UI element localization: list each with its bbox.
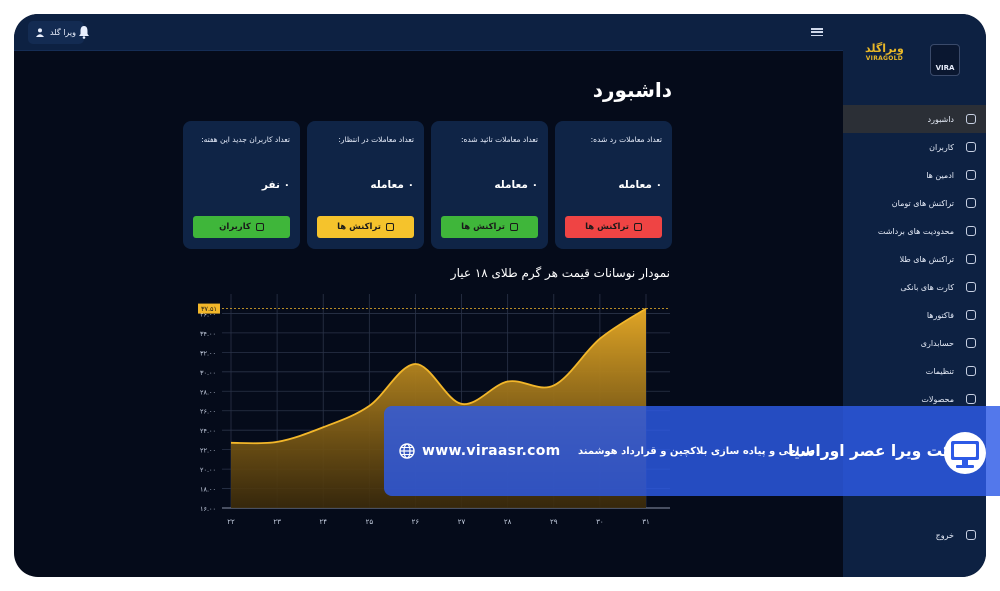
x-tick-label: ۲۴	[319, 518, 327, 526]
sidebar-item[interactable]: ادمین ها	[843, 161, 986, 189]
sidebar-item-label: حسابداری	[920, 338, 954, 348]
card-button-label: تراکنش ها	[585, 222, 629, 232]
accounting-icon	[966, 338, 976, 348]
card-value: ۰ نفر	[261, 179, 290, 191]
user-menu[interactable]: ویرا گلد	[28, 21, 84, 44]
x-tick-label: ۲۳	[273, 518, 281, 526]
logout-label: خروج	[935, 530, 954, 540]
vira-logo: VIRA	[930, 44, 960, 76]
wallet-icon	[966, 198, 976, 208]
y-tick-label: ۲۶.۰۰	[200, 408, 216, 416]
sidebar-item-label: محدودیت های برداشت	[877, 226, 954, 236]
y-tick-label: ۲۸.۰۰	[200, 388, 216, 396]
sidebar-item-label: کارت های بانکی	[900, 282, 954, 292]
page-title: داشبورد	[592, 78, 672, 102]
logout-button[interactable]: خروج	[843, 524, 986, 546]
x-tick-label: ۲۶	[412, 518, 420, 526]
stat-card: تعداد معاملات تائید شده: ۰ معامله تراکنش ه…	[431, 121, 548, 249]
globe-icon	[399, 443, 415, 459]
y-tick-label: ۱۸.۰۰	[200, 486, 216, 494]
admin-icon	[966, 170, 976, 180]
sidebar-item[interactable]: تنظیمات	[843, 357, 986, 385]
stat-card: تعداد معاملات در انتظار: ۰ معامله تراکنش ه…	[307, 121, 424, 249]
y-tick-label: ۳۲.۰۰	[200, 349, 216, 357]
logout-icon	[966, 530, 976, 540]
invoice-icon	[966, 310, 976, 320]
sidebar-item-label: کاربران	[929, 142, 954, 152]
link-icon	[255, 223, 264, 231]
grid-icon	[966, 114, 976, 124]
settings-icon	[966, 366, 976, 376]
user-icon	[36, 28, 44, 37]
stat-card: تعداد معاملات رد شده: ۰ معامله تراکنش ها	[555, 121, 672, 249]
chart-title: نمودار نوسانات قیمت هر گرم طلای ۱۸ عیار	[450, 266, 670, 280]
card-action-button[interactable]: کاربران	[193, 216, 290, 238]
x-tick-label: ۲۲	[227, 518, 235, 526]
banner-tagline: طراحی و پیاده سازی بلاکچین و قرارداد هوش…	[578, 446, 816, 457]
card-icon	[966, 282, 976, 292]
sidebar-item[interactable]: داشبورد	[843, 105, 986, 133]
sidebar-item[interactable]: فاکتورها	[843, 301, 986, 329]
link-icon	[509, 223, 518, 231]
sidebar-item[interactable]: کارت های بانکی	[843, 273, 986, 301]
sidebar-item[interactable]: حسابداری	[843, 329, 986, 357]
bell-icon[interactable]	[78, 25, 90, 39]
stat-card: تعداد کاربران جدید این هفته: ۰ نفر کاربران	[183, 121, 300, 249]
y-tick-label: ۲۰.۰۰	[200, 466, 216, 474]
card-button-label: کاربران	[219, 222, 251, 232]
y-tick-label: ۳۴.۰۰	[200, 330, 216, 338]
link-icon	[633, 223, 642, 231]
y-tick-label: ۳۰.۰۰	[200, 369, 216, 377]
product-icon	[966, 394, 976, 404]
card-value: ۰ معامله	[494, 179, 538, 191]
sidebar-nav: داشبورد کاربران ادمین ها تراکنش های تومان مح…	[843, 105, 986, 413]
sidebar-item[interactable]: تراکنش های تومان	[843, 189, 986, 217]
y-tick-label: ۲۴.۰۰	[200, 427, 216, 435]
gold-icon	[966, 254, 976, 264]
card-action-button[interactable]: تراکنش ها	[441, 216, 538, 238]
username: ویرا گلد	[50, 28, 76, 37]
card-label: تعداد کاربران جدید این هفته:	[201, 135, 290, 144]
card-button-label: تراکنش ها	[337, 222, 381, 232]
banner-url[interactable]: www.viraasr.com	[422, 443, 561, 459]
sidebar-item[interactable]: کاربران	[843, 133, 986, 161]
x-tick-label: ۲۸	[504, 518, 512, 526]
brand-name-fa: ویراگلد	[865, 42, 904, 55]
card-action-button[interactable]: تراکنش ها	[565, 216, 662, 238]
card-action-button[interactable]: تراکنش ها	[317, 216, 414, 238]
card-button-label: تراکنش ها	[461, 222, 505, 232]
sidebar-item-label: محصولات	[921, 394, 954, 404]
y-tick-label: ۱۶.۰۰	[200, 505, 216, 513]
link-icon	[385, 223, 394, 231]
x-tick-label: ۳۰	[596, 518, 604, 526]
sidebar-item[interactable]: محدودیت های برداشت	[843, 217, 986, 245]
x-tick-label: ۲۷	[458, 518, 466, 526]
current-price-label: ۳۷.۵۱	[201, 305, 217, 313]
user-icon	[966, 142, 976, 152]
brand: ویراگلد VIRAGOLD	[865, 42, 904, 62]
card-value: ۰ معامله	[618, 179, 662, 191]
sidebar-item-label: تنظیمات	[925, 366, 954, 376]
x-tick-label: ۳۱	[642, 518, 650, 526]
top-bar: ویرا گلد	[14, 14, 843, 51]
sidebar-item-label: ادمین ها	[926, 170, 954, 180]
sidebar-item-label: فاکتورها	[926, 310, 954, 320]
promo-banner: www.viraasr.com طراحی و پیاده سازی بلاکچ…	[384, 406, 1000, 496]
monitor-logo-icon	[944, 432, 986, 474]
x-tick-label: ۲۵	[366, 518, 374, 526]
card-label: تعداد معاملات تائید شده:	[460, 135, 538, 144]
card-label: تعداد معاملات در انتظار:	[338, 135, 414, 144]
sidebar-item-label: تراکنش های طلا	[899, 254, 954, 264]
x-tick-label: ۲۹	[550, 518, 558, 526]
card-label: تعداد معاملات رد شده:	[590, 135, 662, 144]
sidebar-item-label: داشبورد	[927, 114, 954, 124]
brand-name-en: VIRAGOLD	[865, 55, 904, 62]
hamburger-icon[interactable]	[811, 26, 823, 38]
limit-icon	[966, 226, 976, 236]
sidebar-item-label: تراکنش های تومان	[891, 198, 954, 208]
sidebar-item[interactable]: تراکنش های طلا	[843, 245, 986, 273]
y-tick-label: ۲۲.۰۰	[200, 447, 216, 455]
card-value: ۰ معامله	[370, 179, 414, 191]
